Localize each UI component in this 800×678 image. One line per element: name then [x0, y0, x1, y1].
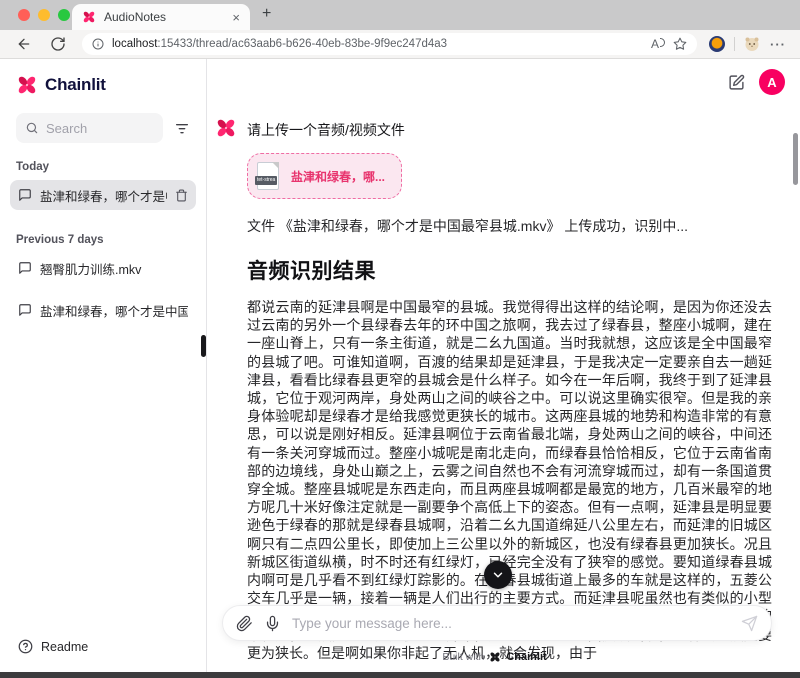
brand-row: Chainlit	[16, 74, 190, 96]
new-chat-icon[interactable]	[728, 74, 745, 91]
browser-navbar: localhost:15433/thread/ac63aab6-b626-40e…	[0, 30, 800, 59]
send-message-icon[interactable]	[741, 615, 758, 632]
chainlit-footer-icon	[490, 652, 500, 662]
read-aloud-icon[interactable]: A	[651, 37, 665, 51]
tab-strip: AudioNotes × +	[0, 0, 800, 30]
browser-extension-icon[interactable]	[709, 36, 725, 52]
browser-extension-2-icon[interactable]	[744, 36, 760, 52]
browser-menu-icon[interactable]: ···	[770, 37, 786, 52]
thread-item-yanjin[interactable]: 盐津和绿春，哪个才是中国...	[10, 295, 196, 325]
search-box[interactable]	[16, 113, 163, 143]
thread-item-training[interactable]: 翘臀肌力训练.mkv	[10, 253, 196, 283]
address-bar[interactable]: localhost:15433/thread/ac63aab6-b626-40e…	[82, 33, 697, 55]
navbar-divider	[734, 37, 735, 51]
watermark[interactable]: Built with Chainlit	[207, 651, 782, 663]
window-bottom-edge	[0, 672, 800, 678]
previous-section-label: Previous 7 days	[16, 234, 104, 246]
attachment-filename: 盐津和绿春，哪...	[291, 169, 386, 184]
search-icon	[26, 122, 38, 134]
thread-label: 盐津和绿春，哪个才是中...	[40, 189, 167, 204]
message-composer[interactable]	[222, 605, 772, 641]
file-icon: tet-strea	[255, 162, 279, 190]
delete-thread-icon[interactable]	[175, 189, 188, 202]
site-info-icon[interactable]	[92, 38, 104, 50]
message-input[interactable]	[292, 615, 730, 631]
result-heading: 音频识别结果	[247, 260, 376, 283]
tab-title: AudioNotes	[104, 10, 167, 24]
search-input[interactable]	[46, 120, 154, 136]
sidebar-resize-handle[interactable]	[201, 335, 206, 357]
scrollbar-thumb[interactable]	[793, 133, 798, 185]
chainlit-logo-icon	[18, 76, 36, 94]
traffic-lights	[18, 9, 70, 21]
today-section-label: Today	[16, 161, 50, 173]
brand-name: Chainlit	[45, 75, 106, 94]
chat-bubble-icon	[19, 262, 31, 274]
assistant-prompt-text: 请上传一个音频/视频文件	[247, 122, 405, 138]
assistant-avatar-icon	[217, 119, 235, 137]
app-shell: Chainlit Today 盐津和绿春，哪个才是中... Previ	[0, 59, 800, 672]
chevron-down-icon	[493, 572, 503, 578]
filter-icon[interactable]	[174, 120, 190, 136]
thread-label: 盐津和绿春，哪个才是中国...	[40, 304, 188, 319]
close-window-button[interactable]	[18, 9, 30, 21]
help-circle-icon	[18, 639, 33, 654]
message-content: tet-strea 盐津和绿春，哪... 文件 《盐津和绿春，哪个才是中国最窄县…	[247, 140, 772, 662]
scroll-to-bottom-button[interactable]	[484, 561, 512, 589]
chainlit-favicon-icon	[83, 11, 95, 23]
browser-window: AudioNotes × + localhost:15433/thread/ac…	[0, 0, 800, 678]
url-text: localhost:15433/thread/ac63aab6-b626-40e…	[112, 38, 643, 50]
sidebar: Chainlit Today 盐津和绿春，哪个才是中... Previ	[0, 59, 207, 672]
file-type-badge: tet-strea	[255, 176, 278, 185]
readme-link[interactable]: Readme	[18, 639, 88, 654]
url-path: :15433/thread/ac63aab6-b626-40eb-83be-9f…	[157, 38, 448, 50]
upload-status-text: 文件 《盐津和绿春，哪个才是中国最窄县城.mkv》 上传成功，识别中...	[247, 218, 688, 234]
thread-item-today[interactable]: 盐津和绿春，哪个才是中...	[10, 180, 196, 210]
minimize-window-button[interactable]	[38, 9, 50, 21]
favorite-star-icon[interactable]	[673, 37, 687, 51]
zoom-window-button[interactable]	[58, 9, 70, 21]
assistant-message: 请上传一个音频/视频文件	[215, 117, 772, 140]
url-host: localhost	[112, 38, 158, 50]
chat-bubble-icon	[19, 304, 31, 316]
refresh-button[interactable]	[50, 36, 66, 52]
microphone-icon[interactable]	[264, 615, 281, 632]
chat-bubble-icon	[19, 189, 31, 201]
back-button[interactable]	[16, 36, 32, 52]
footer-brand-text: Chainlit	[506, 651, 547, 663]
built-with-text: Built with	[442, 651, 485, 663]
attach-file-icon[interactable]	[236, 615, 253, 632]
tab-close-icon[interactable]: ×	[232, 11, 240, 24]
file-attachment-chip[interactable]: tet-strea 盐津和绿春，哪...	[247, 153, 403, 199]
main-panel: A 请上传一个音频/视频文件 tet-strea 盐津和绿春，哪... 文件 《…	[207, 59, 800, 672]
browser-tab[interactable]: AudioNotes ×	[72, 4, 250, 30]
readme-label: Readme	[41, 639, 89, 654]
user-avatar[interactable]: A	[759, 69, 785, 95]
thread-label: 翘臀肌力训练.mkv	[40, 262, 142, 277]
new-tab-button[interactable]: +	[262, 5, 271, 23]
